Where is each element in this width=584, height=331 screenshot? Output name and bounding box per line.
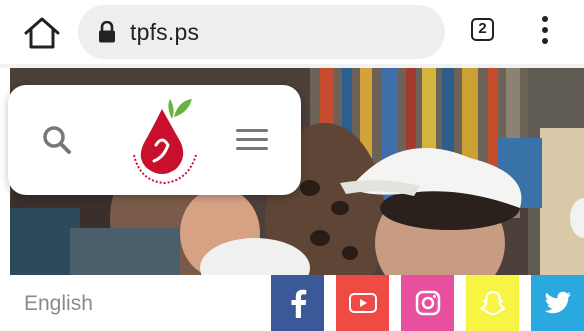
- facebook-button[interactable]: [271, 275, 324, 331]
- url-text: tpfs.ps: [130, 19, 200, 45]
- snapchat-icon: [479, 290, 506, 316]
- lock-icon: [98, 20, 116, 43]
- address-bar[interactable]: tpfs.ps: [78, 5, 445, 59]
- footer-bar: English: [0, 275, 584, 331]
- twitter-button[interactable]: [531, 275, 584, 331]
- more-vert-icon[interactable]: [540, 16, 550, 46]
- youtube-button[interactable]: [336, 275, 389, 331]
- snapchat-button[interactable]: [466, 275, 519, 331]
- instagram-icon: [415, 290, 440, 316]
- hamburger-menu-icon[interactable]: [236, 129, 268, 151]
- browser-toolbar: tpfs.ps 2: [0, 0, 584, 64]
- site-header-card: [8, 85, 301, 195]
- facebook-icon: [291, 289, 306, 318]
- language-link[interactable]: English: [24, 292, 93, 316]
- tab-switcher-icon[interactable]: 2: [471, 18, 494, 41]
- search-icon[interactable]: [38, 121, 78, 161]
- instagram-button[interactable]: [401, 275, 454, 331]
- logo[interactable]: [126, 95, 204, 187]
- youtube-icon: [348, 293, 377, 313]
- home-icon[interactable]: [22, 14, 62, 52]
- twitter-icon: [544, 291, 571, 314]
